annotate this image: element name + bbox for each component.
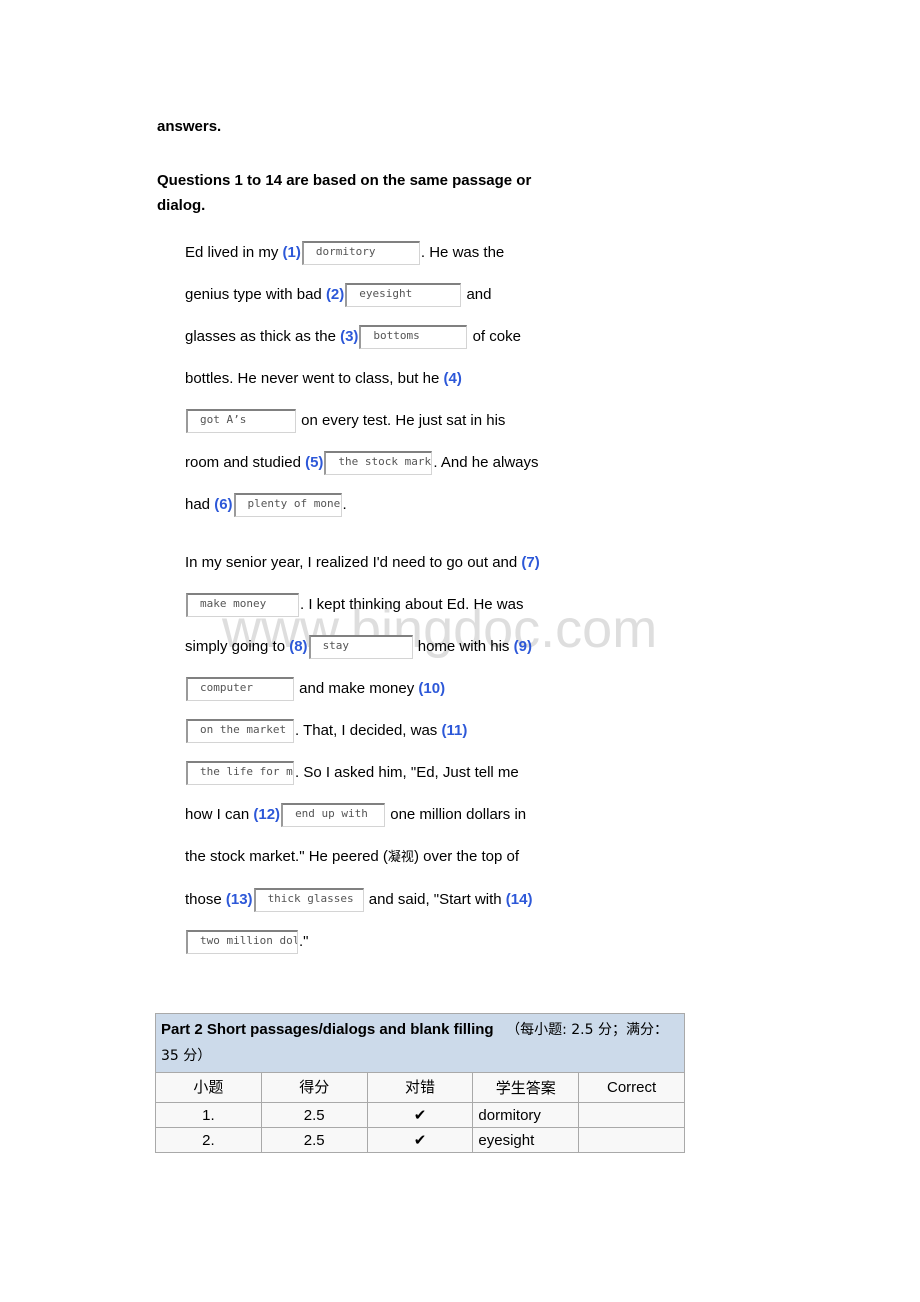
blank-input-2-value: eyesight bbox=[359, 287, 413, 301]
table-title-cell: Part 2 Short passages/dialogs and blank … bbox=[155, 1013, 685, 1073]
table-title-en: Part 2 Short passages/dialogs and blank … bbox=[161, 1021, 494, 1038]
text-run: ." bbox=[299, 933, 309, 950]
blank-input-8-value: stay bbox=[322, 639, 350, 653]
header-question-no: 小题 bbox=[155, 1072, 262, 1103]
blank-input-6[interactable]: plenty of money bbox=[233, 493, 342, 518]
blank-input-13-value: thick glasses bbox=[267, 892, 354, 906]
blank-input-5[interactable]: the stock market bbox=[324, 451, 433, 476]
blank-input-7-value: make money bbox=[200, 597, 267, 611]
blank-number-5: (5) bbox=[305, 454, 324, 471]
blank-number-7: (7) bbox=[521, 554, 540, 571]
blank-input-7[interactable]: make money bbox=[186, 593, 299, 618]
blank-number-6: (6) bbox=[214, 496, 233, 513]
table-title-row: Part 2 Short passages/dialogs and blank … bbox=[155, 1013, 685, 1073]
blank-number-1: (1) bbox=[282, 244, 301, 261]
header-student-answer: 学生答案 bbox=[472, 1072, 580, 1103]
blank-input-11[interactable]: the life for me bbox=[186, 761, 294, 786]
header-mark: 对错 bbox=[366, 1072, 474, 1103]
blank-input-12[interactable]: end up with bbox=[281, 803, 386, 828]
blank-input-3-value: bottoms bbox=[373, 329, 420, 343]
blank-input-8[interactable]: stay bbox=[308, 635, 413, 660]
text-run: In my senior year, I realized I'd need t… bbox=[185, 554, 522, 571]
results-table: Part 2 Short passages/dialogs and blank … bbox=[155, 1013, 685, 1153]
chinese-gloss: 凝视 bbox=[387, 850, 414, 865]
row-question-no: 2. bbox=[155, 1127, 262, 1153]
blank-input-11-value: the life for me bbox=[200, 765, 294, 779]
header-score: 得分 bbox=[260, 1072, 368, 1103]
blank-number-4: (4) bbox=[443, 370, 462, 387]
blank-input-12-value: end up with bbox=[295, 807, 368, 821]
blank-input-5-value: the stock market bbox=[338, 455, 432, 469]
blank-number-10: (10) bbox=[418, 680, 446, 697]
blank-input-6-value: plenty of money bbox=[247, 497, 342, 511]
row-correct-answer bbox=[578, 1102, 685, 1128]
blank-input-1-value: dormitory bbox=[315, 245, 376, 259]
row-score: 2.5 bbox=[260, 1102, 368, 1128]
blank-input-9[interactable]: computer bbox=[186, 677, 294, 702]
blank-number-14: (14) bbox=[505, 891, 533, 908]
text-run: . That, I decided, was bbox=[295, 722, 442, 739]
row-score: 2.5 bbox=[260, 1127, 368, 1153]
header-correct: Correct bbox=[578, 1072, 685, 1103]
row-student-answer: eyesight bbox=[472, 1127, 580, 1153]
blank-input-9-value: computer bbox=[200, 681, 253, 695]
text-run: home with his bbox=[413, 638, 514, 655]
questions-heading: Questions 1 to 14 are based on the same … bbox=[157, 172, 532, 214]
check-icon: ✔ bbox=[366, 1127, 474, 1153]
table-header-row: 小题 得分 对错 学生答案 Correct bbox=[155, 1072, 685, 1103]
blank-input-4-value: got A’s bbox=[200, 413, 247, 427]
blank-number-8: (8) bbox=[289, 638, 308, 655]
passage-paragraph-2: In my senior year, I realized I'd need t… bbox=[185, 542, 540, 963]
row-correct-answer bbox=[578, 1127, 685, 1153]
row-question-no: 1. bbox=[155, 1102, 262, 1128]
blank-input-4[interactable]: got A’s bbox=[186, 409, 296, 434]
blank-input-10[interactable]: on the market bbox=[186, 719, 294, 744]
passage-body: Ed lived in my (1) dormitory. He was the … bbox=[185, 232, 540, 979]
blank-input-13[interactable]: thick glasses bbox=[253, 888, 364, 913]
text-run: . bbox=[342, 496, 347, 513]
text-run: and said, "Start with bbox=[364, 891, 506, 908]
blank-number-11: (11) bbox=[441, 722, 468, 739]
blank-input-14-value: two million dollars bbox=[200, 934, 298, 948]
passage-paragraph-1: Ed lived in my (1) dormitory. He was the … bbox=[185, 232, 540, 526]
text-run: Ed lived in my bbox=[185, 244, 283, 261]
table-row: 1. 2.5 ✔ dormitory bbox=[155, 1102, 685, 1128]
lead-word: answers. bbox=[157, 118, 222, 135]
blank-input-2[interactable]: eyesight bbox=[345, 283, 462, 308]
blank-input-14[interactable]: two million dollars bbox=[186, 930, 298, 955]
check-icon: ✔ bbox=[366, 1102, 474, 1128]
blank-number-13: (13) bbox=[225, 891, 253, 908]
text-run: and make money bbox=[295, 680, 419, 697]
blank-number-2: (2) bbox=[325, 286, 345, 303]
table-row: 2. 2.5 ✔ eyesight bbox=[155, 1127, 685, 1153]
row-student-answer: dormitory bbox=[472, 1102, 580, 1128]
blank-number-12: (12) bbox=[253, 806, 281, 823]
blank-input-3[interactable]: bottoms bbox=[359, 325, 468, 350]
blank-number-9: (9) bbox=[513, 638, 532, 655]
blank-input-10-value: on the market bbox=[200, 723, 287, 737]
blank-number-3: (3) bbox=[340, 328, 359, 345]
blank-input-1[interactable]: dormitory bbox=[301, 241, 420, 266]
